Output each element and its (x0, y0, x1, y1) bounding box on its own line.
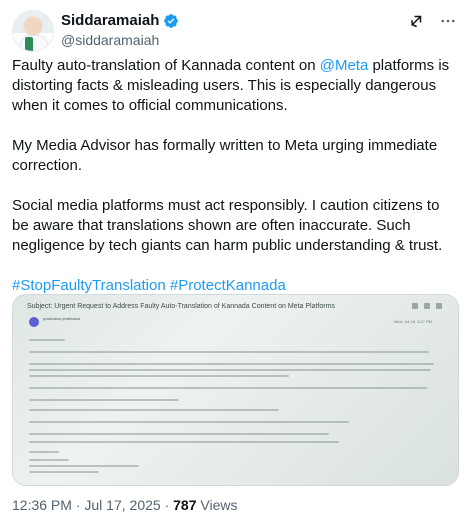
text-segment: Faulty auto-translation of Kannada conte… (12, 57, 320, 74)
email-line (29, 465, 139, 467)
email-toolbar (412, 303, 442, 309)
email-line (29, 351, 429, 353)
hashtag-link[interactable]: #StopFaultyTranslation (12, 277, 166, 294)
tweet-time[interactable]: 12:36 PM (12, 497, 72, 513)
author-name-row: Siddaramaiah (61, 12, 179, 29)
email-line (29, 409, 279, 411)
tweet-paragraph-1: Faulty auto-translation of Kannada conte… (12, 56, 458, 116)
separator: · (71, 497, 85, 513)
email-sender: prabhakar prabhakar (43, 316, 81, 321)
email-line (29, 433, 329, 435)
views-count: 787 (173, 497, 197, 513)
tweet-header: Siddaramaiah @siddaramaiah (12, 10, 457, 52)
email-line (29, 421, 349, 423)
email-line (29, 339, 65, 341)
email-subject: Subject: Urgent Request to Address Fault… (27, 303, 335, 310)
tweet-date[interactable]: Jul 17, 2025 (84, 497, 160, 513)
views-label: Views (196, 497, 238, 513)
email-line (29, 471, 99, 473)
email-screenshot: Subject: Urgent Request to Address Fault… (13, 295, 458, 485)
author-handle[interactable]: @siddaramaiah (61, 32, 159, 48)
tweet-paragraph-2: My Media Advisor has formally written to… (12, 137, 438, 174)
avatar[interactable] (12, 10, 54, 52)
email-line (29, 399, 179, 401)
more-icon[interactable] (439, 12, 457, 30)
email-line (29, 441, 339, 443)
verified-badge-icon (163, 13, 179, 29)
tweet-paragraph-3: Social media platforms must act responsi… (12, 197, 443, 254)
author-name[interactable]: Siddaramaiah (61, 12, 159, 29)
tweet-text: Faulty auto-translation of Kannada conte… (12, 56, 458, 316)
grok-icon[interactable] (407, 12, 425, 30)
email-line (29, 451, 59, 453)
tweet-hashtags: #StopFaultyTranslation #ProtectKannada (12, 276, 458, 296)
tweet-actions (407, 12, 457, 30)
email-line (29, 375, 289, 377)
email-line (29, 459, 69, 461)
email-date: Wed, Jul 16, 3:27 PM (393, 319, 432, 324)
attached-image[interactable]: Subject: Urgent Request to Address Fault… (12, 294, 459, 486)
separator: · (160, 497, 174, 513)
mention-link[interactable]: @Meta (320, 57, 369, 74)
sender-avatar (29, 317, 39, 327)
tweet-footer: 12:36 PM · Jul 17, 2025 · 787 Views (12, 497, 237, 513)
email-line (29, 387, 427, 389)
email-line (29, 363, 434, 365)
hashtag-link[interactable]: #ProtectKannada (170, 277, 286, 294)
email-line (29, 369, 431, 371)
